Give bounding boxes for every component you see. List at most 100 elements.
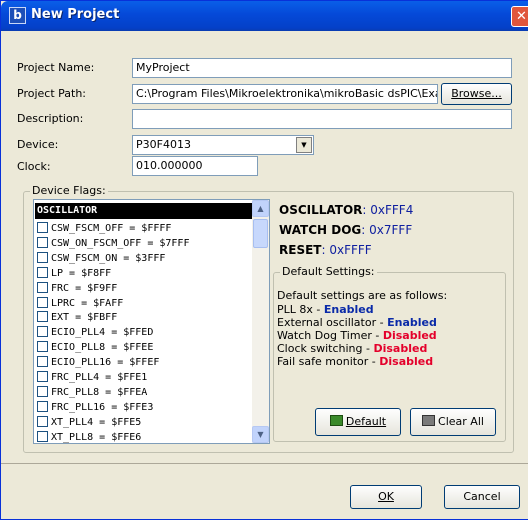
title-bar[interactable]: b New Project ✕ xyxy=(1,1,528,31)
project-name-input[interactable]: MyProject xyxy=(132,58,512,78)
oscillator-value: : 0xFFF4 xyxy=(362,203,414,217)
flag-checkbox[interactable] xyxy=(37,311,48,323)
default-setting-status: Enabled xyxy=(387,316,437,329)
default-settings-intro: Default settings are as follows: xyxy=(277,289,448,302)
default-setting-status: Enabled xyxy=(323,303,374,316)
flag-label: XT_PLL4 = $FFE5 xyxy=(51,416,142,428)
scroll-thumb[interactable] xyxy=(253,219,268,248)
clear-all-icon xyxy=(422,415,436,426)
device-select[interactable]: P30F4013 ▼ xyxy=(132,135,314,155)
flag-checkbox[interactable] xyxy=(37,430,48,442)
project-path-label: Project Path: xyxy=(17,87,87,100)
app-icon: b xyxy=(9,7,26,24)
flag-label: FRC_PLL16 = $FFE3 xyxy=(51,401,154,413)
window-title: New Project xyxy=(31,7,120,22)
flag-list-item[interactable]: XT_PLL4 = $FFE5 xyxy=(37,415,142,431)
flag-checkbox[interactable] xyxy=(37,236,48,248)
browse-button[interactable]: Browse... xyxy=(441,83,512,105)
footer-divider xyxy=(1,463,528,464)
flag-label: CSW_FSCM_OFF = $FFFF xyxy=(51,223,172,234)
reset-value: : 0xFFFF xyxy=(321,243,372,257)
list-header-oscillator[interactable]: OSCILLATOR xyxy=(35,203,253,219)
watchdog-info: WATCH DOG: 0x7FFF xyxy=(279,223,412,237)
project-name-label: Project Name: xyxy=(17,61,95,74)
flag-list-item[interactable]: ECIO_PLL16 = $FFEF xyxy=(37,356,159,371)
default-setting-line: Fail safe monitor - Disabled xyxy=(277,355,433,368)
flag-list-item[interactable]: XT_PLL8 = $FFE6 xyxy=(37,430,142,443)
default-settings-title: Default Settings: xyxy=(280,265,377,278)
flag-list-item[interactable]: ECIO_PLL4 = $FFED xyxy=(37,326,153,341)
default-setting-line: External oscillator - Enabled xyxy=(277,316,437,329)
default-setting-name: PLL 8x - xyxy=(277,303,324,316)
list-scrollbar[interactable]: ▲ ▼ xyxy=(252,200,269,443)
project-path-input[interactable]: C:\Program Files\Mikroelektronika\mikroB… xyxy=(132,84,438,104)
flag-list-item[interactable]: EXT = $FBFF xyxy=(37,311,117,326)
flag-label: CSW_ON_FSCM_OFF = $7FFF xyxy=(51,237,190,249)
flag-list-item[interactable]: FRC = $F9FF xyxy=(37,281,118,297)
description-input[interactable] xyxy=(132,109,512,129)
default-button[interactable]: Default xyxy=(315,408,401,436)
watchdog-value: : 0x7FFF xyxy=(361,223,413,237)
flag-checkbox[interactable] xyxy=(37,281,48,293)
ok-button[interactable]: OK xyxy=(350,485,422,509)
flag-label: ECIO_PLL4 = $FFED xyxy=(51,327,154,339)
flag-list-item[interactable]: CSW_FSCM_ON = $3FFF xyxy=(37,251,166,267)
flag-label: ECIO_PLL16 = $FFEF xyxy=(51,357,160,369)
flag-checkbox[interactable] xyxy=(37,415,48,427)
clear-all-button[interactable]: Clear All xyxy=(410,408,496,436)
flag-list-item[interactable]: LPRC = $FAFF xyxy=(37,296,123,312)
flag-list-item[interactable]: LP = $F8FF xyxy=(37,266,112,282)
default-setting-name: Clock switching - xyxy=(277,342,374,355)
flag-checkbox[interactable] xyxy=(37,251,48,263)
reset-key: RESET xyxy=(279,243,322,257)
flag-label: FRC = $F9FF xyxy=(51,282,118,294)
flag-checkbox[interactable] xyxy=(37,341,48,353)
flag-list-item[interactable]: CSW_ON_FSCM_OFF = $7FFF xyxy=(37,236,190,252)
flag-label: FRC_PLL4 = $FFE1 xyxy=(51,372,148,383)
flag-label: XT_PLL8 = $FFE6 xyxy=(51,431,142,443)
default-setting-status: Disabled xyxy=(382,329,437,342)
flag-checkbox[interactable] xyxy=(37,400,48,412)
device-flags-list[interactable]: OSCILLATOR CSW_FSCM_OFF = $FFFF CSW_ON_FS… xyxy=(33,199,270,444)
device-label: Device: xyxy=(17,138,59,151)
flag-checkbox[interactable] xyxy=(37,296,48,308)
new-project-dialog: b New Project ✕ Project Name: MyProject … xyxy=(0,0,528,520)
flag-label: ECIO_PLL8 = $FFEE xyxy=(51,342,154,354)
cancel-button[interactable]: Cancel xyxy=(444,485,520,509)
flag-checkbox[interactable] xyxy=(37,385,48,397)
flag-checkbox[interactable] xyxy=(37,222,48,233)
ok-label: OK xyxy=(378,490,394,503)
flag-list-item[interactable]: CSW_FSCM_OFF = $FFFF xyxy=(37,222,171,237)
device-value: P30F4013 xyxy=(136,138,191,151)
flag-label: CSW_FSCM_ON = $3FFF xyxy=(51,252,166,264)
flag-list-item[interactable]: FRC_PLL16 = $FFE3 xyxy=(37,400,154,416)
flag-checkbox[interactable] xyxy=(37,326,48,338)
device-flags-title: Device Flags: xyxy=(30,184,108,197)
description-label: Description: xyxy=(17,112,84,125)
clock-label: Clock: xyxy=(17,160,51,173)
flag-checkbox[interactable] xyxy=(37,266,48,278)
chevron-down-icon[interactable]: ▼ xyxy=(296,137,312,153)
flag-list-item[interactable]: ECIO_PLL8 = $FFEE xyxy=(37,341,153,356)
default-setting-status: Disabled xyxy=(379,355,434,368)
default-setting-line: PLL 8x - Enabled xyxy=(277,303,374,316)
watchdog-key: WATCH DOG xyxy=(279,223,362,237)
flag-checkbox[interactable] xyxy=(37,371,48,382)
oscillator-key: OSCILLATOR xyxy=(279,203,363,217)
default-icon xyxy=(329,415,343,426)
flag-list-item[interactable]: FRC_PLL8 = $FFEA xyxy=(37,385,148,401)
clock-input[interactable]: 010.000000 xyxy=(132,156,258,176)
default-setting-name: Watch Dog Timer - xyxy=(277,329,383,342)
scroll-down-icon[interactable]: ▼ xyxy=(252,426,269,443)
default-label: Default xyxy=(345,415,387,428)
flag-label: FRC_PLL8 = $FFEA xyxy=(51,386,148,398)
flag-label: LP = $F8FF xyxy=(51,267,112,279)
flag-label: EXT = $FBFF xyxy=(51,312,118,324)
close-button[interactable]: ✕ xyxy=(511,6,528,27)
default-setting-line: Clock switching - Disabled xyxy=(277,342,427,355)
flag-list-item[interactable]: FRC_PLL4 = $FFE1 xyxy=(37,371,147,386)
scroll-up-icon[interactable]: ▲ xyxy=(252,200,269,217)
reset-info: RESET: 0xFFFF xyxy=(279,243,372,257)
flag-checkbox[interactable] xyxy=(37,356,48,368)
default-setting-name: Fail safe monitor - xyxy=(277,355,380,368)
